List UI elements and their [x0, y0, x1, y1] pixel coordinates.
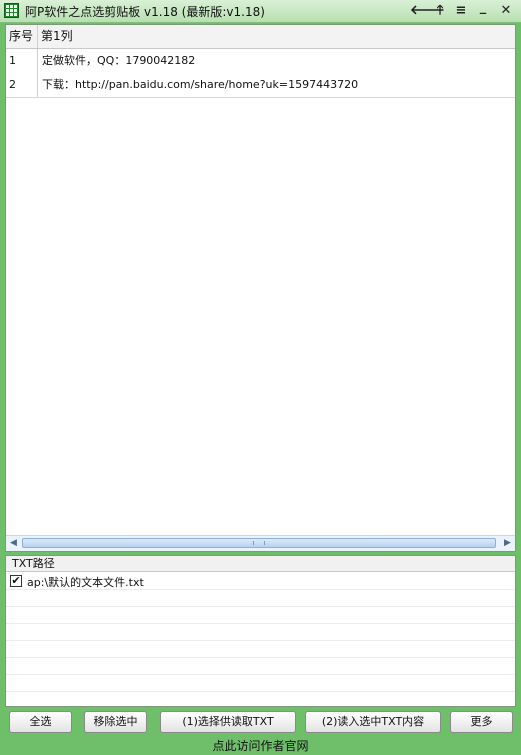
clip-table: 序号 第1列 1 定做软件，QQ：1790042182 2 下载：http://…: [5, 24, 516, 552]
close-icon[interactable]: ✕: [497, 2, 515, 20]
menu-icon[interactable]: ≡: [452, 2, 470, 20]
more-button[interactable]: 更多: [450, 711, 513, 733]
select-all-button[interactable]: 全选: [9, 711, 72, 733]
horizontal-scrollbar[interactable]: ◀ ▶: [6, 535, 515, 551]
read-txt-button[interactable]: (2)读入选中TXT内容: [305, 711, 441, 733]
table-header-row: 序号 第1列: [6, 25, 515, 49]
minimize-icon[interactable]: _: [474, 0, 492, 17]
scroll-right-icon[interactable]: ▶: [500, 536, 515, 550]
title-bar: 阿P软件之点选剪贴板 v1.18 (最新版:v1.18) 🡐 🡑 ≡ _ ✕: [0, 0, 521, 23]
txt-path-text: ap:\默认的文本文件.txt: [27, 576, 144, 589]
app-grid-icon: [4, 3, 19, 18]
txt-path-list: TXT路径 ✔ ap:\默认的文本文件.txt: [5, 555, 516, 707]
header-column-1[interactable]: 第1列: [38, 25, 515, 48]
row-text: 定做软件，QQ：1790042182: [42, 54, 196, 67]
remove-selected-button[interactable]: 移除选中: [84, 711, 147, 733]
header-index[interactable]: 序号: [6, 25, 38, 48]
window-title: 阿P软件之点选剪贴板 v1.18 (最新版:v1.18): [25, 5, 265, 19]
up-arrow-icon[interactable]: 🡑: [431, 2, 449, 20]
author-site-link[interactable]: 点此访问作者官网: [0, 737, 521, 755]
table-row[interactable]: 1 定做软件，QQ：1790042182: [6, 49, 515, 74]
back-arrow-icon[interactable]: 🡐: [410, 2, 445, 20]
empty-row: [6, 607, 515, 624]
row-index: 2: [6, 73, 38, 97]
empty-row: [6, 641, 515, 658]
empty-row: [6, 624, 515, 641]
txt-path-header: TXT路径: [6, 556, 515, 572]
table-row[interactable]: 2 下载：http://pan.baidu.com/share/home?uk=…: [6, 73, 515, 98]
empty-row: [6, 675, 515, 692]
txt-path-item[interactable]: ✔ ap:\默认的文本文件.txt: [6, 573, 515, 590]
empty-row: [6, 658, 515, 675]
empty-row: [6, 590, 515, 607]
row-text: 下载：http://pan.baidu.com/share/home?uk=15…: [42, 78, 359, 91]
choose-txt-button[interactable]: (1)选择供读取TXT: [160, 711, 296, 733]
scroll-left-icon[interactable]: ◀: [6, 536, 21, 550]
checkbox[interactable]: ✔: [10, 575, 22, 587]
row-index: 1: [6, 49, 38, 73]
scroll-thumb[interactable]: [22, 538, 496, 548]
